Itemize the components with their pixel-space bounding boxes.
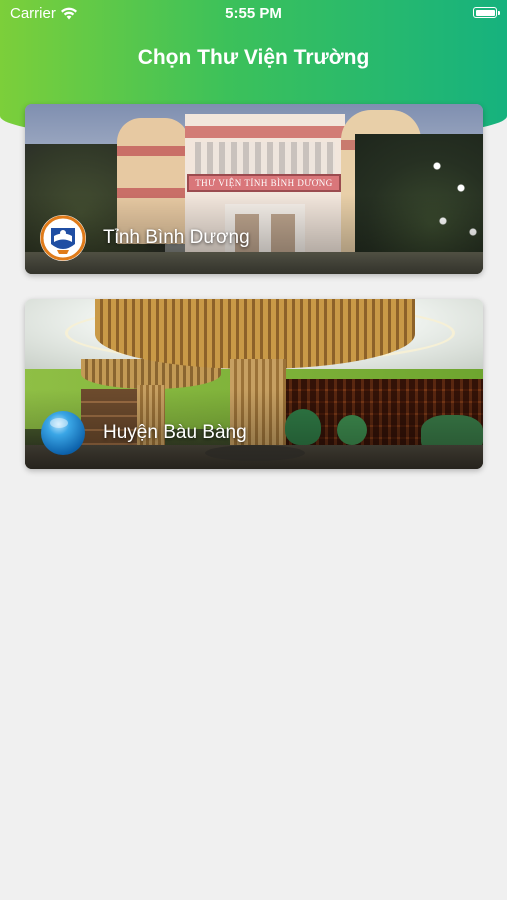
status-time: 5:55 PM: [225, 5, 282, 22]
library-name: Tỉnh Bình Dương: [103, 227, 250, 248]
library-name: Huyện Bàu Bàng: [103, 422, 247, 443]
blue-sphere-icon: [39, 409, 87, 457]
page-title: Chọn Thư Viện Trường: [137, 46, 370, 69]
status-bar: Carrier 5:55 PM: [0, 0, 507, 28]
battery-icon: [473, 7, 500, 18]
card-label-row: Huyện Bàu Bàng: [39, 409, 247, 457]
library-card-binh-duong[interactable]: THƯ VIỆN TỈNH BÌNH DƯƠNG Tỉnh Bình Dương: [25, 104, 483, 274]
building-sign: THƯ VIỆN TỈNH BÌNH DƯƠNG: [187, 174, 341, 192]
card-label-row: Tỉnh Bình Dương: [39, 214, 250, 262]
library-emblem-icon: [39, 214, 87, 262]
library-card-bau-bang[interactable]: Huyện Bàu Bàng: [25, 299, 483, 469]
building-sign-text: THƯ VIỆN TỈNH BÌNH DƯƠNG: [195, 178, 333, 188]
